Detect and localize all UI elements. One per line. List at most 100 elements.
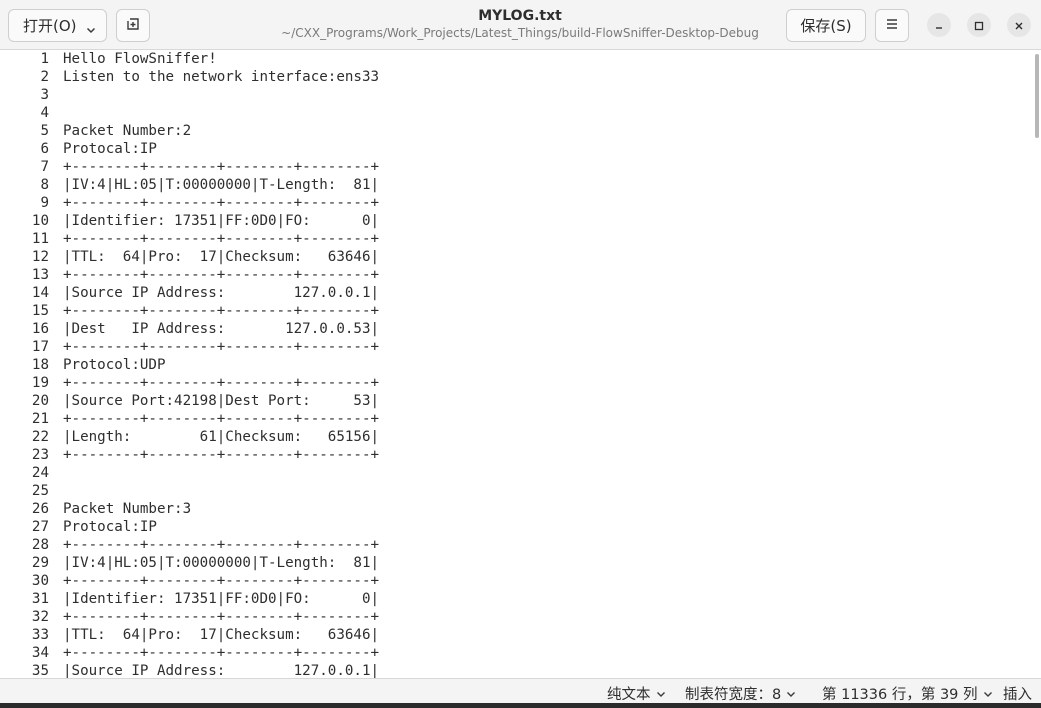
editor-line[interactable]: 23 +--------+--------+--------+--------+ <box>0 446 1030 464</box>
editor-line[interactable]: 2 Listen to the network interface:ens33 <box>0 68 1030 86</box>
save-button-label: 保存(S) <box>800 17 852 35</box>
line-number: 32 <box>31 609 49 625</box>
editor-line[interactable]: 20 |Source Port:42198|Dest Port: 53| <box>0 392 1030 410</box>
editor-line[interactable]: 12 |TTL: 64|Pro: 17|Checksum: 63646| <box>0 248 1030 266</box>
line-text: +--------+--------+--------+--------+ <box>63 447 380 463</box>
maximize-icon <box>974 16 984 35</box>
line-text: |Source Port:42198|Dest Port: 53| <box>63 393 380 409</box>
line-text: |Identifier: 17351|FF:0D0|FO: 0| <box>63 591 380 607</box>
line-number: 33 <box>31 627 49 643</box>
editor-line[interactable]: 28 +--------+--------+--------+--------+ <box>0 536 1030 554</box>
line-text: +--------+--------+--------+--------+ <box>63 303 380 319</box>
cursor-position-label: 第 11336 行，第 39 列 <box>822 687 978 703</box>
line-number: 3 <box>40 87 49 103</box>
editor-line[interactable]: 25 <box>0 482 1030 500</box>
editor-line[interactable]: 11 +--------+--------+--------+--------+ <box>0 230 1030 248</box>
editor-line[interactable]: 7 +--------+--------+--------+--------+ <box>0 158 1030 176</box>
line-number: 26 <box>31 501 49 517</box>
editor-line[interactable]: 21 +--------+--------+--------+--------+ <box>0 410 1030 428</box>
line-number: 16 <box>31 321 49 337</box>
minimize-icon <box>934 16 944 35</box>
editor-line[interactable]: 13 +--------+--------+--------+--------+ <box>0 266 1030 284</box>
editor-line[interactable]: 26 Packet Number:3 <box>0 500 1030 518</box>
editor-line[interactable]: 34 +--------+--------+--------+--------+ <box>0 644 1030 662</box>
line-text: +--------+--------+--------+--------+ <box>63 195 380 211</box>
language-label: 纯文本 <box>607 687 651 703</box>
editor-line[interactable]: 22 |Length: 61|Checksum: 65156| <box>0 428 1030 446</box>
main-menu-button[interactable] <box>875 9 909 42</box>
close-button[interactable] <box>1007 13 1031 37</box>
chevron-down-icon <box>86 21 96 39</box>
editor-line[interactable]: 16 |Dest IP Address: 127.0.0.53| <box>0 320 1030 338</box>
line-text: +--------+--------+--------+--------+ <box>63 411 380 427</box>
line-text: +--------+--------+--------+--------+ <box>63 645 380 661</box>
editor-line[interactable]: 32 +--------+--------+--------+--------+ <box>0 608 1030 626</box>
line-text: |Source IP Address: 127.0.0.1| <box>63 285 380 301</box>
open-button[interactable]: 打开(O) <box>8 9 107 42</box>
line-number: 13 <box>31 267 49 283</box>
vertical-scrollbar[interactable] <box>1035 54 1039 138</box>
line-number: 2 <box>40 69 49 85</box>
hamburger-menu-icon <box>885 17 899 35</box>
editor-line[interactable]: 27 Protocal:IP <box>0 518 1030 536</box>
editor-line[interactable]: 9 +--------+--------+--------+--------+ <box>0 194 1030 212</box>
editor-line[interactable]: 18 Protocol:UDP <box>0 356 1030 374</box>
editor-line[interactable]: 10 |Identifier: 17351|FF:0D0|FO: 0| <box>0 212 1030 230</box>
line-number: 17 <box>31 339 49 355</box>
editor-line[interactable]: 24 <box>0 464 1030 482</box>
line-number: 30 <box>31 573 49 589</box>
chevron-down-icon <box>787 691 796 697</box>
line-number: 31 <box>31 591 49 607</box>
editor-line[interactable]: 31 |Identifier: 17351|FF:0D0|FO: 0| <box>0 590 1030 608</box>
line-text: Protocal:IP <box>63 519 157 535</box>
editor-line[interactable]: 3 <box>0 86 1030 104</box>
line-text: |TTL: 64|Pro: 17|Checksum: 63646| <box>63 627 380 643</box>
editor-line[interactable]: 14 |Source IP Address: 127.0.0.1| <box>0 284 1030 302</box>
line-number: 10 <box>31 213 49 229</box>
line-number: 15 <box>31 303 49 319</box>
editor-line[interactable]: 15 +--------+--------+--------+--------+ <box>0 302 1030 320</box>
line-text: |Source IP Address: 127.0.0.1| <box>63 663 380 678</box>
line-text: +--------+--------+--------+--------+ <box>63 159 380 175</box>
tab-width-label: 制表符宽度：8 <box>685 687 782 703</box>
line-number: 21 <box>31 411 49 427</box>
new-tab-button[interactable] <box>116 9 150 42</box>
save-button[interactable]: 保存(S) <box>786 9 866 42</box>
editor-line[interactable]: 17 +--------+--------+--------+--------+ <box>0 338 1030 356</box>
editor-line[interactable]: 6 Protocal:IP <box>0 140 1030 158</box>
editor-line[interactable]: 33 |TTL: 64|Pro: 17|Checksum: 63646| <box>0 626 1030 644</box>
line-text: Hello FlowSniffer! <box>63 51 217 67</box>
line-number: 7 <box>40 159 49 175</box>
line-number: 14 <box>31 285 49 301</box>
line-number: 18 <box>31 357 49 373</box>
line-number: 28 <box>31 537 49 553</box>
maximize-button[interactable] <box>967 13 991 37</box>
line-text: |Identifier: 17351|FF:0D0|FO: 0| <box>63 213 380 229</box>
minimize-button[interactable] <box>927 13 951 37</box>
text-editor[interactable]: 1 Hello FlowSniffer! 2 Listen to the networ… <box>0 50 1041 678</box>
editor-line[interactable]: 35 |Source IP Address: 127.0.0.1| <box>0 662 1030 678</box>
editor-line[interactable]: 8 |IV:4|HL:05|T:00000000|T-Length: 81| <box>0 176 1030 194</box>
editor-line[interactable]: 30 +--------+--------+--------+--------+ <box>0 572 1030 590</box>
line-number: 22 <box>31 429 49 445</box>
editor-line[interactable]: 5 Packet Number:2 <box>0 122 1030 140</box>
line-number: 6 <box>40 141 49 157</box>
line-number: 11 <box>31 231 49 247</box>
line-text: |Length: 61|Checksum: 65156| <box>63 429 380 445</box>
line-number: 25 <box>31 483 49 499</box>
line-number: 23 <box>31 447 49 463</box>
line-number: 9 <box>40 195 49 211</box>
line-text: +--------+--------+--------+--------+ <box>63 375 380 391</box>
line-text: +--------+--------+--------+--------+ <box>63 267 380 283</box>
editor-line[interactable]: 4 <box>0 104 1030 122</box>
editor-line[interactable]: 19 +--------+--------+--------+--------+ <box>0 374 1030 392</box>
editor-line[interactable]: 1 Hello FlowSniffer! <box>0 50 1030 68</box>
line-number: 5 <box>40 123 49 139</box>
header-bar: 打开(O) MYLOG.txt ~/CXX_Programs/Work_Proj… <box>0 0 1041 50</box>
line-text: +--------+--------+--------+--------+ <box>63 609 380 625</box>
line-number: 27 <box>31 519 49 535</box>
editor-line[interactable]: 29 |IV:4|HL:05|T:00000000|T-Length: 81| <box>0 554 1030 572</box>
line-text: +--------+--------+--------+--------+ <box>63 339 380 355</box>
line-text: Listen to the network interface:ens33 <box>63 69 380 85</box>
line-text: +--------+--------+--------+--------+ <box>63 537 380 553</box>
